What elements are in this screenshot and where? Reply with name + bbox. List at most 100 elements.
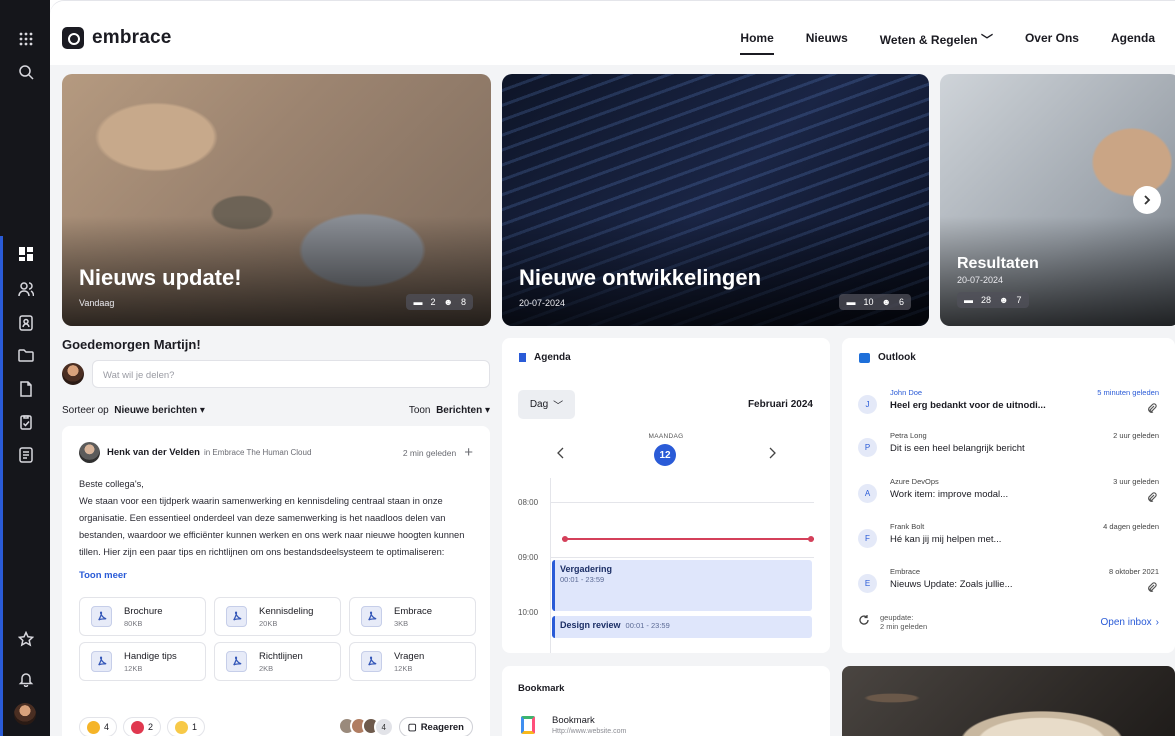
current-time-line	[562, 536, 814, 542]
nav-weten-regelen[interactable]: Weten & Regelen ﹀	[864, 31, 1009, 48]
post-header: Henk van der Velden in Embrace The Human…	[79, 442, 473, 463]
time-label: 10:00	[518, 608, 539, 617]
hero-stats: ▬ 2 ☻ 8	[406, 294, 473, 310]
mail-subject: Hé kan jij mij helpen met...	[890, 534, 1002, 545]
like-count: 6	[898, 297, 904, 307]
mail-item[interactable]: E Embrace Nieuws Update: Zoals jullie...…	[858, 567, 1159, 607]
reply-button[interactable]: ▢ Reageren	[398, 717, 473, 736]
nav-agenda[interactable]: Agenda	[1095, 31, 1171, 48]
show-dropdown[interactable]: Toon Berichten ▾	[409, 405, 490, 416]
people-icon[interactable]	[17, 280, 35, 298]
mail-time: 4 dagen geleden	[1103, 522, 1159, 531]
author-avatar[interactable]	[79, 442, 100, 463]
time-label: 09:00	[518, 553, 539, 562]
event-time: 00:01 - 23:59	[560, 575, 605, 584]
mail-item[interactable]: P Petra Long Dit is een heel belangrijk …	[858, 431, 1159, 471]
dashboard-icon[interactable]	[17, 245, 35, 263]
attachment-name: Handige tips	[124, 650, 177, 662]
sort-dropdown[interactable]: Sorteer op Nieuwe berichten ▾	[62, 405, 205, 416]
pdf-icon	[226, 606, 247, 627]
calendar-event[interactable]: Vergadering 00:01 - 23:59	[552, 560, 812, 611]
attachment-size: 80KB	[124, 618, 143, 628]
agenda-card: Agenda Dag ﹀ Februari 2024 MAANDAG 12 08:…	[502, 338, 830, 653]
post-author[interactable]: Henk van der Velden	[107, 447, 200, 458]
hero-date: Vandaag	[79, 298, 115, 308]
nav-over-ons[interactable]: Over Ons	[1009, 31, 1095, 48]
attachment[interactable]: Kennisdeling 20KB	[214, 597, 341, 636]
attachment-name: Richtlijnen	[259, 650, 303, 662]
attachment-grid: Brochure 80KB Kennisdeling 20KB Embrace 3KB…	[79, 597, 476, 681]
comments-icon: ▬	[413, 297, 423, 307]
view-select[interactable]: Dag ﹀	[518, 390, 575, 419]
next-day-button[interactable]	[765, 446, 779, 460]
attachment[interactable]: Handige tips 12KB	[79, 642, 206, 681]
search-icon[interactable]	[17, 63, 35, 81]
hour-line	[550, 557, 814, 558]
like-count: 8	[460, 297, 466, 307]
brand-logo[interactable]: embrace	[62, 27, 172, 49]
reaction-thumbs-up[interactable]: 4	[79, 717, 118, 736]
contacts-icon[interactable]	[17, 314, 35, 332]
star-icon[interactable]	[17, 630, 35, 648]
reaction-laugh[interactable]: 1	[167, 717, 206, 736]
left-rail	[0, 0, 50, 736]
folder-icon[interactable]	[17, 346, 35, 364]
sender-initial: P	[858, 438, 877, 457]
calendar-event[interactable]: Design review 00:01 - 23:59	[552, 616, 812, 638]
main-nav: Home Nieuws Weten & Regelen ﹀ Over Ons A…	[724, 31, 1171, 55]
attachment[interactable]: Richtlijnen 2KB	[214, 642, 341, 681]
carousel-next-button[interactable]	[1133, 186, 1161, 214]
attachment-info: Embrace 3KB	[394, 606, 432, 628]
document-icon[interactable]	[17, 380, 35, 398]
composer-avatar	[62, 363, 84, 385]
prev-day-button[interactable]	[554, 446, 568, 460]
participant-count: 4	[373, 717, 394, 736]
show-more-link[interactable]: Toon meer	[79, 570, 473, 581]
paperclip-icon	[1147, 401, 1157, 413]
selected-day[interactable]: 12	[654, 444, 676, 466]
plus-icon[interactable]: +	[464, 445, 473, 460]
mail-item[interactable]: A Azure DevOps Work item: improve modal.…	[858, 477, 1159, 517]
bookmark-url[interactable]: Http://www.website.com	[552, 728, 626, 735]
mail-item[interactable]: F Frank Bolt Hé kan jij mij helpen met..…	[858, 522, 1159, 562]
top-bar: embrace Home Nieuws Weten & Regelen ﹀ Ov…	[50, 1, 1175, 65]
mail-item[interactable]: J John Doe Heel erg bedankt voor de uitn…	[858, 388, 1159, 428]
notes-icon[interactable]	[17, 446, 35, 464]
nav-nieuws[interactable]: Nieuws	[790, 31, 864, 48]
attachment-name: Vragen	[394, 650, 425, 662]
attachment[interactable]: Embrace 3KB	[349, 597, 476, 636]
sort-value: Nieuwe berichten	[114, 405, 198, 416]
apps-grid-icon[interactable]	[17, 30, 35, 48]
view-value: Dag	[529, 399, 549, 410]
greeting: Goedemorgen Martijn!	[62, 337, 201, 352]
user-avatar[interactable]	[14, 703, 36, 725]
event-title: Design review	[560, 620, 621, 630]
updated-value: 2 min geleden	[880, 622, 928, 631]
attachment[interactable]: Brochure 80KB	[79, 597, 206, 636]
food-image-card[interactable]	[842, 666, 1175, 736]
hero-card-1[interactable]: Nieuws update! Vandaag ▬ 2 ☻ 8	[62, 74, 491, 326]
participant-avatars[interactable]: 4	[337, 717, 394, 736]
feed-post: Henk van der Velden in Embrace The Human…	[62, 426, 490, 736]
rail-active-indicator	[0, 236, 3, 736]
open-inbox-link[interactable]: Open inbox ›	[1101, 617, 1160, 628]
mail-time: 5 minuten geleden	[1097, 388, 1159, 397]
thumbs-up-icon	[87, 720, 100, 734]
reaction-heart[interactable]: 2	[123, 717, 162, 736]
hero-card-2[interactable]: Nieuwe ontwikkelingen 20-07-2024 ▬ 10 ☻ 6	[502, 74, 929, 326]
chevron-left-icon	[557, 447, 564, 459]
outlook-title: Outlook	[878, 352, 916, 363]
bookmark-name[interactable]: Bookmark	[552, 715, 595, 726]
paperclip-icon	[1147, 580, 1157, 592]
composer-input[interactable]: Wat wil je delen?	[92, 360, 490, 388]
comments-icon: ▬	[964, 295, 973, 305]
mail-subject: Dit is een heel belangrijk bericht	[890, 443, 1025, 454]
post-text: We staan voor een tijdperk waarin samenw…	[79, 496, 465, 557]
hero-title: Resultaten	[957, 255, 1039, 272]
attachment[interactable]: Vragen 12KB	[349, 642, 476, 681]
clipboard-check-icon[interactable]	[17, 413, 35, 431]
attachment-name: Embrace	[394, 605, 433, 617]
sync-icon[interactable]	[858, 613, 870, 631]
bell-icon[interactable]	[17, 670, 35, 688]
nav-home[interactable]: Home	[724, 31, 789, 55]
